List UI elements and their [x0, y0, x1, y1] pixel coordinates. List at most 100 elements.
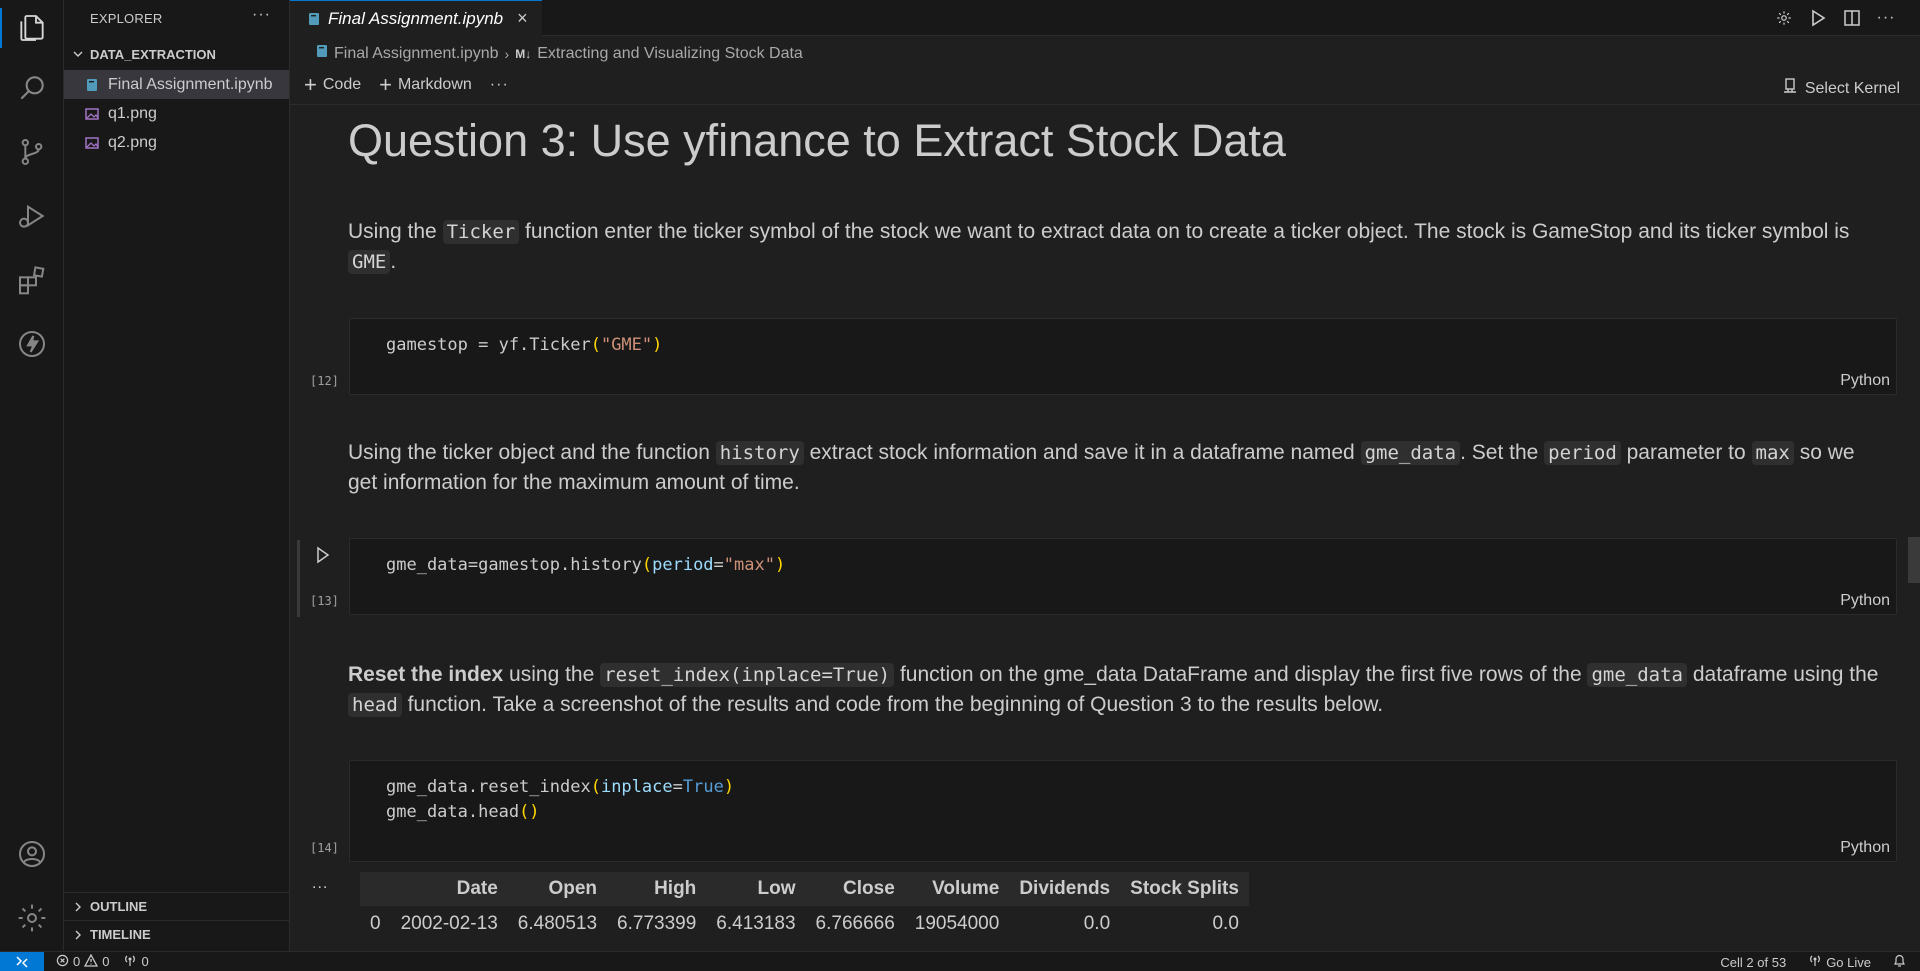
timeline-section[interactable]: TIMELINE [64, 920, 290, 948]
text: function enter the ticker symbol of the … [519, 220, 1850, 243]
more-actions-icon[interactable]: ··· [490, 76, 509, 94]
execution-count: [14] [310, 841, 339, 855]
file-label: Final Assignment.ipynb [108, 75, 273, 93]
add-code-cell-button[interactable]: + Code [304, 74, 361, 96]
scrollbar-thumb[interactable] [1908, 537, 1920, 583]
close-icon[interactable]: × [517, 8, 528, 29]
table-cell: 2002-02-13 [390, 906, 508, 942]
gear-icon[interactable] [1774, 9, 1794, 27]
breadcrumb-file[interactable]: Final Assignment.ipynb [334, 45, 499, 63]
markdown-cell-para1[interactable]: Using the Ticker function enter the tick… [348, 217, 1888, 277]
outline-label: OUTLINE [90, 899, 148, 914]
markdown-cell-para2[interactable]: Using the ticker object and the function… [348, 438, 1888, 498]
table-cell: 0.0 [1009, 906, 1121, 942]
error-icon [56, 954, 69, 970]
status-left: 0 0 0 [44, 953, 149, 970]
code-token: inplace [600, 777, 673, 797]
output-dataframe: Date Open High Low Close Volume Dividend… [360, 872, 1249, 942]
language-label[interactable]: Python [1840, 592, 1890, 610]
text: extract stock information and save it in… [803, 441, 1361, 464]
breadcrumb: Final Assignment.ipynb › M↓ Extracting a… [316, 44, 803, 63]
inline-code: history [715, 441, 804, 465]
more-actions-icon[interactable]: ··· [1876, 9, 1896, 27]
code-token: = [713, 555, 724, 575]
column-header [360, 872, 391, 906]
cell-focus-indicator [297, 540, 300, 617]
markdown-icon: M↓ [515, 46, 532, 61]
broadcast-icon [123, 954, 137, 970]
settings-gear-icon[interactable] [0, 890, 64, 946]
code-source[interactable]: gme_data.reset_index(inplace=True) gme_d… [386, 775, 734, 825]
kernel-label: Select Kernel [1804, 79, 1900, 97]
run-cell-icon[interactable] [316, 546, 330, 567]
notifications-bell-icon[interactable] [1893, 954, 1906, 971]
more-actions-icon[interactable]: ··· [252, 6, 271, 24]
markdown-cell-heading[interactable]: Question 3: Use yfinance to Extract Stoc… [348, 113, 1888, 169]
tab-final-assignment[interactable]: Final Assignment.ipynb × [290, 0, 542, 36]
outline-section[interactable]: OUTLINE [64, 892, 290, 920]
remote-indicator-icon[interactable] [0, 951, 44, 971]
tab-label: Final Assignment.ipynb [328, 8, 504, 28]
table-cell: 6.766666 [805, 906, 905, 942]
run-icon[interactable] [1808, 9, 1828, 27]
output-more-actions-icon[interactable]: ... [312, 875, 328, 893]
file-item-final-assignment[interactable]: Final Assignment.ipynb [64, 70, 289, 99]
add-markdown-cell-button[interactable]: + Markdown [379, 74, 472, 96]
select-kernel-button[interactable]: Select Kernel [1783, 78, 1900, 99]
go-live-button[interactable]: Go Live [1808, 954, 1871, 970]
source-control-icon[interactable] [0, 124, 64, 180]
language-label[interactable]: Python [1840, 372, 1890, 390]
inline-code: gme_data [1360, 441, 1461, 465]
vscode-window: EXPLORER ··· DATA_EXTRACTION Final Assig… [0, 0, 1920, 971]
chevron-right-icon: › [504, 45, 510, 62]
split-editor-icon[interactable] [1842, 9, 1862, 27]
file-item-q2[interactable]: q2.png [64, 128, 289, 157]
explorer-icon[interactable] [0, 0, 64, 56]
bold-text: Reset the index [348, 663, 504, 686]
code-source[interactable]: gamestop = yf.Ticker("GME") [386, 333, 662, 358]
file-label: q2.png [108, 133, 157, 151]
code-cell-14[interactable]: gme_data.reset_index(inplace=True) gme_d… [349, 760, 1897, 862]
status-right: Cell 2 of 53 Go Live [1720, 952, 1906, 971]
problems-indicator[interactable]: 0 0 [56, 953, 109, 970]
code-cell-12[interactable]: gamestop = yf.Ticker("GME") Python [349, 318, 1897, 395]
code-token: = [672, 777, 683, 797]
thunder-client-icon[interactable] [0, 316, 64, 372]
text: . [390, 250, 397, 273]
inline-code: GME [348, 250, 391, 274]
run-debug-icon[interactable] [0, 188, 64, 244]
section-heading: Question 3: Use yfinance to Extract Stoc… [348, 115, 1286, 166]
cell-position[interactable]: Cell 2 of 53 [1720, 955, 1786, 970]
code-token: "GME" [600, 335, 653, 355]
activity-bar [0, 0, 64, 951]
inline-code: Ticker [442, 220, 520, 244]
code-token: ( [590, 335, 601, 355]
table-row: 0 2002-02-13 6.480513 6.773399 6.413183 … [360, 906, 1249, 942]
column-header: High [607, 872, 707, 906]
file-item-q1[interactable]: q1.png [64, 99, 289, 128]
code-token: ( [641, 555, 653, 575]
table-cell: 0.0 [1120, 906, 1249, 942]
code-source[interactable]: gme_data=gamestop.history(period="max") [386, 553, 785, 578]
code-token: gamestop = yf.Ticker [386, 335, 591, 355]
folder-data-extraction[interactable]: DATA_EXTRACTION [64, 42, 289, 66]
search-icon[interactable] [0, 60, 64, 116]
execution-count: [13] [310, 594, 339, 608]
code-cell-13[interactable]: gme_data=gamestop.history(period="max") … [349, 538, 1897, 615]
ports-indicator[interactable]: 0 [123, 954, 149, 970]
code-token: ) [774, 555, 786, 575]
table-cell: 6.773399 [607, 906, 707, 942]
breadcrumb-section[interactable]: Extracting and Visualizing Stock Data [537, 45, 803, 63]
text: function on the gme_data DataFrame and d… [894, 663, 1588, 686]
notebook-content: Question 3: Use yfinance to Extract Stoc… [290, 105, 1920, 951]
code-token: gme_data.reset_index [386, 777, 591, 797]
language-label[interactable]: Python [1840, 839, 1890, 857]
image-icon [84, 106, 100, 122]
execution-count: [12] [310, 374, 339, 388]
text: . Set the [1460, 441, 1545, 464]
notebook-icon [316, 44, 328, 63]
table-cell: 19054000 [904, 906, 1010, 942]
extensions-icon[interactable] [0, 252, 64, 308]
markdown-cell-para3[interactable]: Reset the index using the reset_index(in… [348, 660, 1888, 720]
account-icon[interactable] [0, 826, 64, 882]
